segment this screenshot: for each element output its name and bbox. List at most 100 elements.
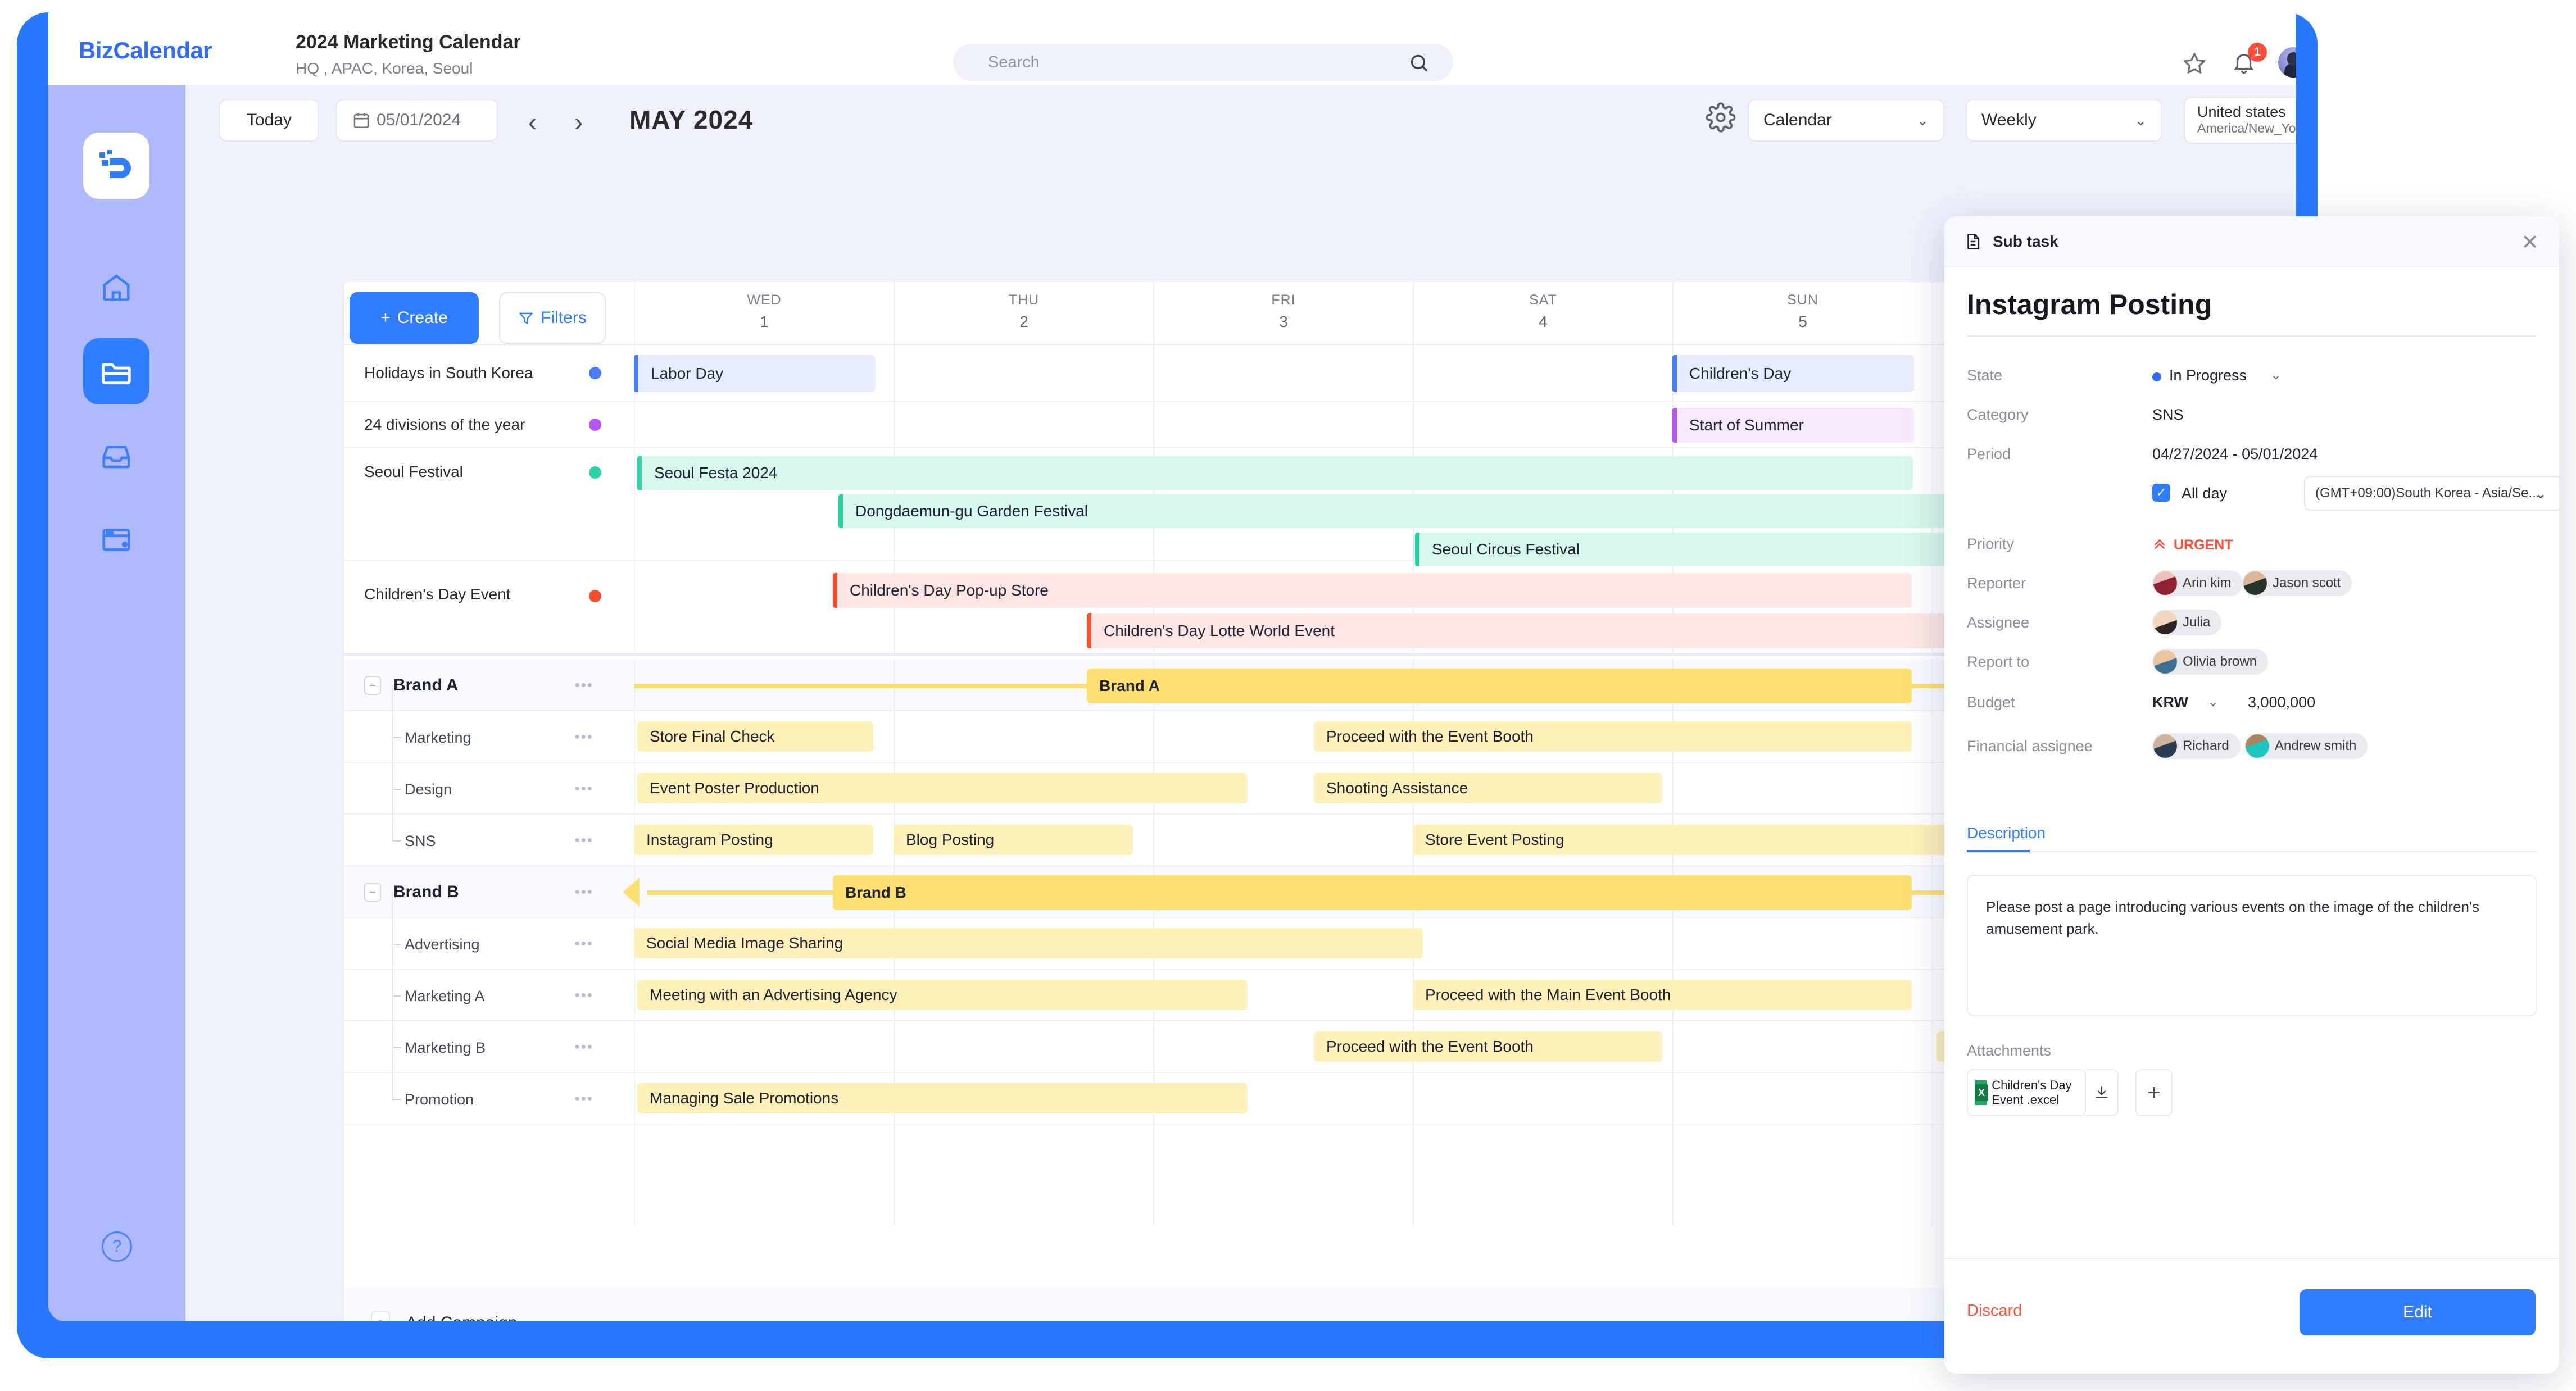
row-options-icon[interactable]: ••• — [575, 935, 593, 952]
panel-footer: Discard Edit — [1944, 1258, 2559, 1374]
budget-amount[interactable]: 3,000,000 — [2248, 694, 2315, 711]
calendar-row-label[interactable]: Children's Day Event — [344, 561, 634, 653]
tab-description[interactable]: Description — [1967, 824, 2046, 842]
task-bar[interactable]: Shooting Assistance — [1314, 773, 1662, 803]
task-bar-label: Proceed with the Main Event Booth — [1425, 986, 1671, 1003]
task-bar[interactable]: Managing Sale Promotions — [637, 1083, 1248, 1113]
timezone-select[interactable]: United states America/New_York ⌄ — [2184, 97, 2296, 144]
task-bar[interactable]: Proceed with the Main Event Booth — [1413, 980, 1912, 1010]
search-icon[interactable] — [1408, 52, 1430, 74]
event-bar[interactable]: Labor Day — [634, 355, 876, 392]
task-bar[interactable]: Blog Posting — [894, 825, 1133, 855]
notifications-button[interactable]: 1 — [2231, 43, 2267, 78]
row-options-icon[interactable]: ••• — [575, 1038, 593, 1056]
subrow-label[interactable]: Promotion ••• — [344, 1047, 634, 1124]
row-options-icon[interactable]: ••• — [575, 831, 593, 849]
task-bar[interactable]: Social Media Image Sharing — [634, 928, 1423, 958]
chevron-down-icon: ⌄ — [1916, 111, 1929, 129]
close-icon[interactable]: ✕ — [2521, 230, 2539, 255]
subrow-label[interactable]: Marketing B ••• — [344, 995, 634, 1072]
chevron-down-icon[interactable]: ⌄ — [2207, 694, 2219, 710]
brand-logo[interactable]: BizCalendar — [79, 37, 212, 64]
chevron-down-icon[interactable]: ⌄ — [2270, 367, 2282, 383]
date-picker[interactable]: 05/01/2024 — [336, 99, 498, 142]
discard-button[interactable]: Discard — [1967, 1302, 2022, 1320]
sidebar-item-billing[interactable] — [83, 507, 149, 573]
gear-icon[interactable] — [1706, 102, 1736, 133]
sidebar-item-inbox[interactable] — [83, 422, 149, 489]
event-bar[interactable]: Children's Day — [1672, 355, 1914, 392]
calendar-row-label[interactable]: Seoul Festival — [344, 448, 634, 560]
person-chip[interactable]: Andrew smith — [2244, 733, 2368, 759]
panel-header: Sub task ✕ — [1944, 216, 2559, 267]
edit-button[interactable]: Edit — [2300, 1289, 2536, 1335]
filters-button[interactable]: Filters — [499, 292, 606, 344]
sidebar-item-app-logo[interactable] — [83, 133, 149, 199]
calendar-row-label[interactable]: Holidays in South Korea — [344, 345, 634, 401]
row-options-icon[interactable]: ••• — [575, 1090, 593, 1107]
group-event-bar[interactable]: Brand A — [1087, 669, 1912, 703]
day-number: 4 — [1539, 313, 1548, 330]
budget-currency-select[interactable]: KRW — [2152, 694, 2188, 711]
prev-period-button[interactable]: ‹ — [528, 107, 537, 137]
task-bar[interactable]: Event Poster Production — [637, 773, 1248, 803]
subrow-label[interactable]: Marketing ••• — [344, 685, 634, 762]
allday-checkbox[interactable]: ✓ — [2152, 484, 2170, 502]
event-bar-label: Children's Day — [1689, 365, 1792, 382]
plus-icon: + — [380, 308, 391, 327]
download-attachment-button[interactable] — [2086, 1069, 2119, 1116]
view-type-select[interactable]: Calendar ⌄ — [1748, 99, 1944, 142]
period-type-select[interactable]: Weekly ⌄ — [1966, 99, 2162, 142]
sidebar-item-projects[interactable] — [83, 338, 149, 404]
event-bar[interactable]: Seoul Festa 2024 — [637, 456, 1913, 490]
task-bar[interactable]: Proceed with the Event Booth — [1314, 721, 1912, 752]
add-attachment-button[interactable]: + — [2135, 1069, 2173, 1116]
attachment-item[interactable]: X Children's Day Event .excel — [1967, 1069, 2086, 1116]
event-bar[interactable]: Children's Day Pop-up Store — [833, 573, 1912, 608]
person-chip[interactable]: Richard — [2152, 733, 2241, 759]
calendar-row-label-text: Seoul Festival — [364, 463, 463, 480]
person-chip[interactable]: Jason scott — [2242, 570, 2352, 596]
timezone-select[interactable]: (GMT+09:00)South Korea - Asia/Se... ⌄ — [2304, 476, 2559, 511]
collapse-toggle-icon[interactable]: − — [364, 676, 381, 695]
group-event-bar[interactable]: Brand B — [833, 875, 1912, 910]
search-input[interactable]: Search — [953, 44, 1453, 81]
today-button[interactable]: Today — [219, 99, 319, 142]
task-bar[interactable]: Proceed with the Event Booth — [1314, 1031, 1662, 1062]
description-textarea[interactable]: Please post a page introducing various e… — [1967, 875, 2537, 1016]
group-label[interactable]: − Brand A ••• — [344, 660, 634, 710]
subrow-label[interactable]: Advertising ••• — [344, 892, 634, 969]
row-options-icon[interactable]: ••• — [575, 728, 593, 745]
row-options-icon[interactable]: ••• — [575, 883, 593, 901]
subrow-label[interactable]: Design ••• — [344, 737, 634, 813]
collapse-toggle-icon[interactable]: − — [364, 883, 381, 902]
field-allday: ✓ All day (GMT+09:00)South Korea - Asia/… — [1967, 476, 2559, 515]
sidebar-item-help[interactable]: ? — [102, 1231, 132, 1262]
create-button[interactable]: + Create — [350, 292, 479, 344]
task-bar[interactable]: Store Final Check — [637, 721, 873, 752]
event-bar[interactable]: Start of Summer — [1672, 408, 1914, 443]
star-icon[interactable] — [2182, 51, 2207, 76]
status-badge[interactable]: In Progress — [2169, 367, 2247, 384]
subrow-label[interactable]: SNS ••• — [344, 789, 634, 865]
task-bar[interactable]: Meeting with an Advertising Agency — [637, 980, 1248, 1010]
subrow-label[interactable]: Marketing A ••• — [344, 944, 634, 1020]
task-bar[interactable]: Instagram Posting — [634, 825, 873, 855]
avatar[interactable] — [2278, 47, 2296, 78]
person-chip[interactable]: Julia — [2152, 610, 2222, 635]
sidebar-item-home[interactable] — [83, 254, 149, 320]
field-label: Financial assignee — [1967, 738, 2093, 754]
tab-underline-track — [1967, 851, 2537, 852]
help-icon: ? — [112, 1237, 122, 1256]
person-chip[interactable]: Arin kim — [2152, 570, 2243, 596]
field-label: Report to — [1967, 653, 2030, 670]
next-period-button[interactable]: › — [574, 107, 583, 137]
row-options-icon[interactable]: ••• — [575, 676, 593, 694]
row-options-icon[interactable]: ••• — [575, 987, 593, 1004]
field-assignee: Assignee Julia — [1967, 610, 2537, 638]
person-chip[interactable]: Olivia brown — [2152, 649, 2269, 675]
row-options-icon[interactable]: ••• — [575, 780, 593, 797]
calendar-row-label[interactable]: 24 divisions of the year — [344, 402, 634, 447]
group-label[interactable]: − Brand B ••• — [344, 866, 634, 917]
field-value: SNS — [2152, 406, 2184, 423]
